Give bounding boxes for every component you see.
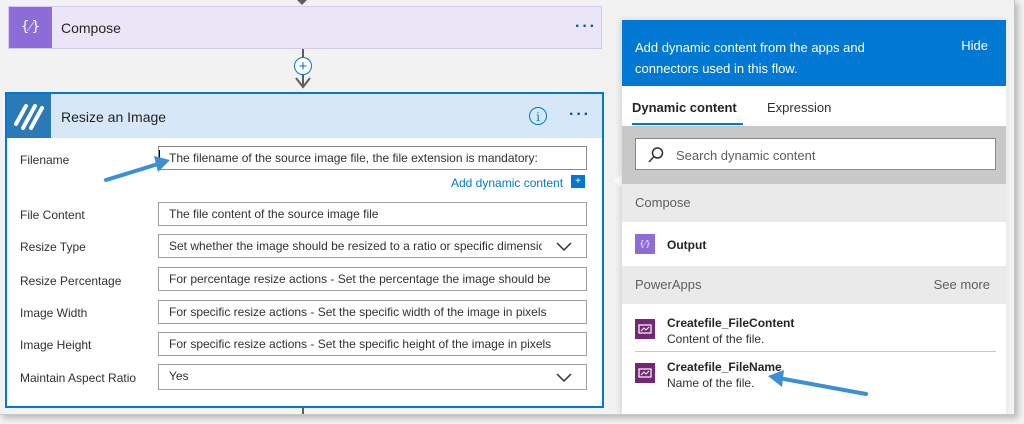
panel-header: Add dynamic content from the apps and co… xyxy=(622,20,1006,86)
image-width-input[interactable]: For specific resize actions - Set the sp… xyxy=(158,300,587,324)
powerapps-icon xyxy=(635,319,655,339)
compose-action-card[interactable]: {⁄} Compose ··· xyxy=(8,6,602,49)
tab-dynamic-content[interactable]: Dynamic content xyxy=(632,100,737,115)
section-powerapps: PowerApps See more xyxy=(622,266,1006,304)
section-title: Compose xyxy=(635,195,691,210)
callout-arrow-icon xyxy=(104,156,170,182)
search-placeholder: Search dynamic content xyxy=(676,148,816,163)
add-dynamic-content-icon[interactable]: + xyxy=(571,175,585,188)
resize-image-connector-icon xyxy=(7,94,51,138)
item-title: Createfile_FileContent xyxy=(667,316,795,330)
chevron-down-icon xyxy=(556,242,572,252)
connector-line xyxy=(302,49,304,57)
resize-image-action-card: Resize an Image i ··· Filename The filen… xyxy=(5,92,604,408)
file-content-label: File Content xyxy=(20,208,85,222)
compose-more-button[interactable]: ··· xyxy=(575,18,597,36)
add-dynamic-content-link[interactable]: Add dynamic content xyxy=(451,176,563,190)
resize-type-placeholder: Set whether the image should be resized … xyxy=(169,239,542,253)
image-height-label: Image Height xyxy=(20,338,92,352)
info-icon[interactable]: i xyxy=(529,107,547,125)
chevron-down-icon xyxy=(556,373,572,383)
active-tab-indicator xyxy=(632,123,743,125)
compose-icon: {⁄} xyxy=(635,234,655,254)
dynamic-item-createfile-filecontent[interactable]: Createfile_FileContent Content of the fi… xyxy=(622,308,1006,350)
panel-header-text: Add dynamic content from the apps and co… xyxy=(635,40,865,76)
callout-arrow-icon xyxy=(768,370,868,396)
connector-arrow-top xyxy=(297,0,307,5)
file-content-placeholder: The file content of the source image fil… xyxy=(169,207,379,221)
maintain-aspect-ratio-value: Yes xyxy=(169,369,189,383)
hide-button[interactable]: Hide xyxy=(961,38,988,53)
section-compose: Compose xyxy=(622,184,1006,222)
filename-label: Filename xyxy=(20,153,70,167)
section-title: PowerApps xyxy=(635,277,702,292)
image-height-input[interactable]: For specific resize actions - Set the sp… xyxy=(158,332,587,356)
resize-percentage-label: Resize Percentage xyxy=(20,274,122,288)
image-height-placeholder: For specific resize actions - Set the sp… xyxy=(169,337,552,351)
dynamic-content-panel: Add dynamic content from the apps and co… xyxy=(622,20,1006,414)
item-description: Content of the file. xyxy=(667,332,765,346)
maintain-aspect-ratio-dropdown[interactable]: Yes xyxy=(158,364,587,390)
compose-title: Compose xyxy=(61,20,121,36)
item-title: Output xyxy=(667,238,707,252)
resize-more-button[interactable]: ··· xyxy=(569,106,591,124)
connector-line xyxy=(302,408,304,414)
tab-expression[interactable]: Expression xyxy=(767,100,831,115)
compose-icon: {⁄} xyxy=(9,7,52,48)
image-width-placeholder: For specific resize actions - Set the sp… xyxy=(169,305,547,319)
resize-card-title: Resize an Image xyxy=(61,109,167,125)
search-icon xyxy=(648,147,664,163)
resize-card-header[interactable]: Resize an Image i ··· xyxy=(7,94,602,138)
insert-step-button[interactable]: + xyxy=(294,57,312,75)
image-width-label: Image Width xyxy=(20,306,88,320)
filename-input[interactable]: The filename of the source image file, t… xyxy=(158,146,587,170)
dynamic-item-output[interactable]: {⁄} Output xyxy=(622,222,1006,266)
maintain-aspect-ratio-label: Maintain Aspect Ratio xyxy=(20,371,137,385)
resize-percentage-placeholder: For percentage resize actions - Set the … xyxy=(169,272,551,286)
resize-type-dropdown[interactable]: Set whether the image should be resized … xyxy=(158,234,587,258)
panel-tabs: Dynamic content Expression xyxy=(622,86,1006,126)
filename-placeholder: The filename of the source image file, t… xyxy=(169,151,538,165)
resize-type-label: Resize Type xyxy=(20,240,86,254)
see-more-link[interactable]: See more xyxy=(934,277,990,292)
powerapps-icon xyxy=(635,363,655,383)
resize-percentage-input[interactable]: For percentage resize actions - Set the … xyxy=(158,267,587,291)
connector-arrow-icon xyxy=(295,77,311,89)
file-content-input[interactable]: The file content of the source image fil… xyxy=(158,202,587,226)
search-input[interactable]: Search dynamic content xyxy=(635,138,996,170)
flow-canvas: {⁄} Compose ··· + Resize an Image i ··· … xyxy=(0,0,1015,415)
search-area: Search dynamic content xyxy=(622,126,1006,184)
item-description: Name of the file. xyxy=(667,376,755,390)
